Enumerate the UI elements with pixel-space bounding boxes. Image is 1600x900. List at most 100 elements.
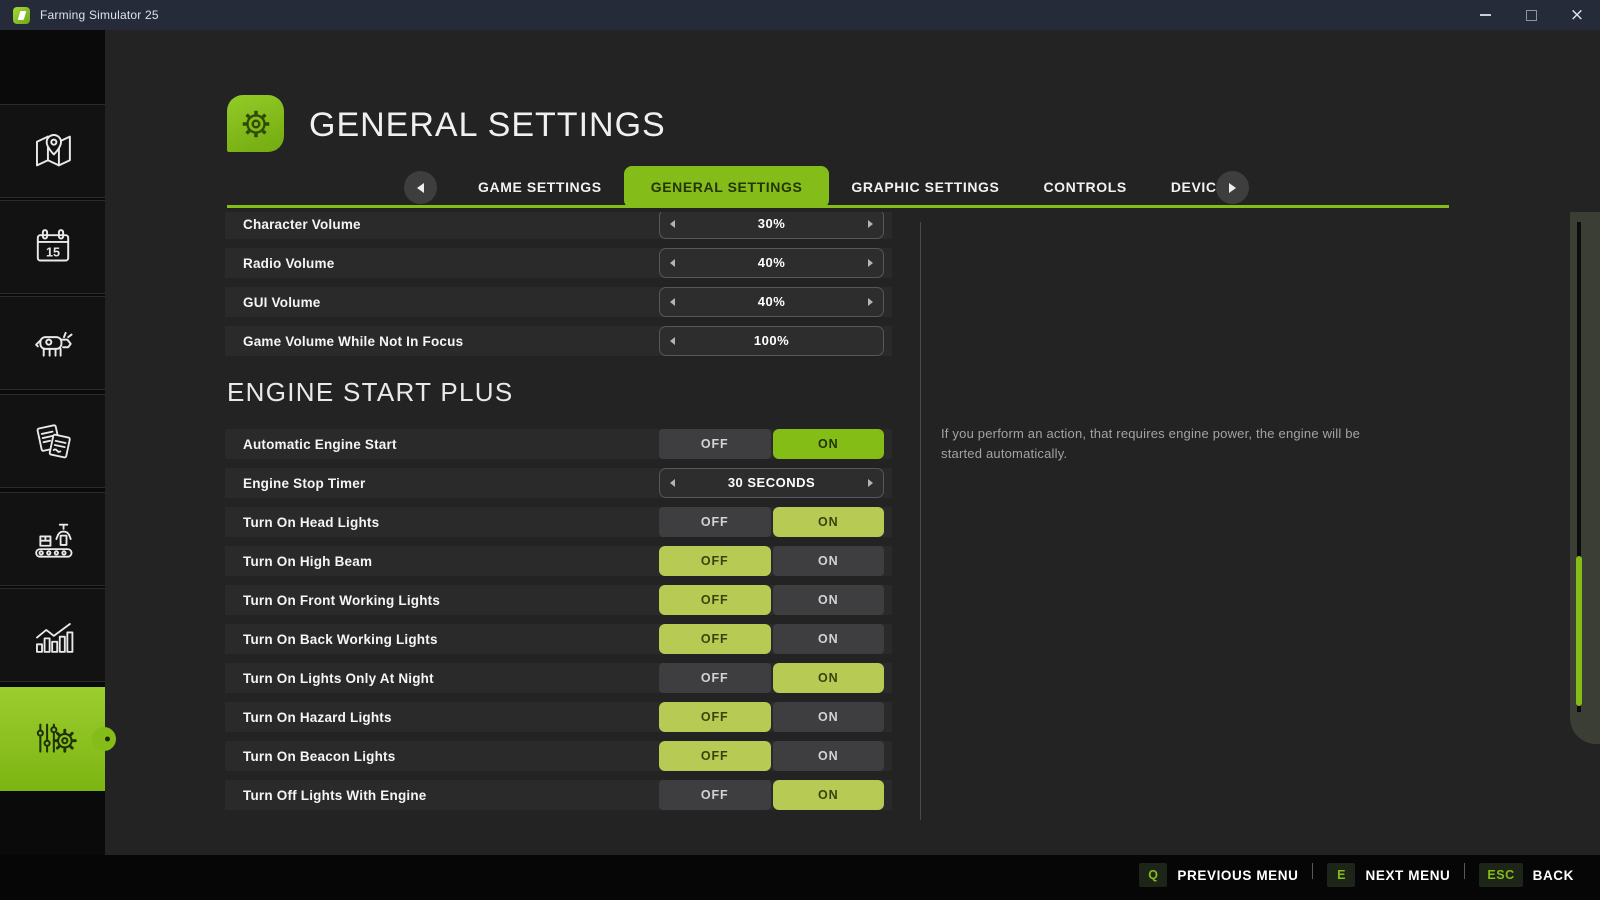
setting-label: GUI Volume [243, 295, 321, 310]
key-badge-esc: ESC [1479, 863, 1522, 887]
toggle-off-button[interactable]: OFF [659, 429, 771, 459]
sidebar-item-map[interactable] [0, 104, 105, 198]
close-button[interactable]: × [1554, 0, 1600, 30]
settings-icon [26, 712, 80, 766]
window-edge-strip [1570, 212, 1600, 744]
minimize-icon [1480, 14, 1491, 16]
toggle-turn-on-head-lights: OFFON [659, 507, 884, 537]
spinner-value: 30% [660, 212, 883, 238]
settings-row-turn-off-lights-with-engine: Turn Off Lights With Engine OFFON [225, 780, 892, 810]
toggle-on-button[interactable]: ON [773, 546, 885, 576]
sidebar-item-animals[interactable] [0, 296, 105, 390]
spinner-value: 30 SECONDS [660, 469, 883, 497]
sidebar-item-statistics[interactable] [0, 588, 105, 682]
title-bar: Farming Simulator 25 × [0, 0, 1600, 30]
setting-label: Turn On Head Lights [243, 515, 379, 530]
section-heading-label: ENGINE START PLUS [227, 377, 514, 408]
gear-icon [237, 105, 275, 143]
spinner-value: 40% [660, 288, 883, 316]
hint-separator [1464, 863, 1465, 879]
key-hint-label: PREVIOUS MENU [1177, 868, 1298, 883]
settings-viewport: Character Volume 30% Radio Volume 40% GUI Vo… [225, 212, 892, 820]
settings-row-engine-stop-timer: Engine Stop Timer 30 SECONDS [225, 468, 892, 498]
tabs-next-button[interactable] [1216, 171, 1249, 204]
setting-label: Radio Volume [243, 256, 334, 271]
toggle-on-button[interactable]: ON [773, 780, 885, 810]
setting-label: Turn On Lights Only At Night [243, 671, 434, 686]
toggle-off-button[interactable]: OFF [659, 702, 771, 732]
tab-bar-tabs: GAME SETTINGSGENERAL SETTINGSGRAPHIC SET… [456, 166, 1259, 208]
statistics-icon [26, 608, 80, 662]
toggle-off-button[interactable]: OFF [659, 663, 771, 693]
setting-label: Engine Stop Timer [243, 476, 365, 491]
spinner-value: 100% [660, 327, 883, 355]
key-hint-back[interactable]: ESCBACK [1479, 863, 1588, 887]
tab-controls[interactable]: CONTROLS [1021, 166, 1148, 208]
toggle-on-button[interactable]: ON [773, 507, 885, 537]
spinner-game-volume-while-not-in-focus[interactable]: 100% [659, 326, 884, 356]
toggle-off-button[interactable]: OFF [659, 624, 771, 654]
toggle-off-button[interactable]: OFF [659, 546, 771, 576]
toggle-on-button[interactable]: ON [773, 663, 885, 693]
toggle-off-button[interactable]: OFF [659, 741, 771, 771]
key-badge-q: Q [1139, 863, 1167, 887]
toggle-on-button[interactable]: ON [773, 741, 885, 771]
settings-row-character-volume: Character Volume 30% [225, 212, 892, 239]
key-badge-e: E [1327, 863, 1355, 887]
settings-row-turn-on-back-working-lights: Turn On Back Working Lights OFFON [225, 624, 892, 654]
setting-label: Turn On Front Working Lights [243, 593, 440, 608]
scrollbar-thumb[interactable] [1576, 556, 1582, 706]
app-title: Farming Simulator 25 [40, 8, 159, 22]
close-icon: × [1570, 7, 1584, 24]
spinner-value: 40% [660, 249, 883, 277]
map-icon [26, 124, 80, 178]
settings-row-turn-on-front-working-lights: Turn On Front Working Lights OFFON [225, 585, 892, 615]
settings-row-game-volume-while-not-in-focus: Game Volume While Not In Focus 100% [225, 326, 892, 356]
sidebar-item-contracts[interactable] [0, 394, 105, 488]
minimize-button[interactable] [1462, 0, 1508, 30]
section-heading: ENGINE START PLUS [225, 370, 892, 415]
panel-divider [920, 222, 921, 820]
tab-graphic-settings[interactable]: GRAPHIC SETTINGS [829, 166, 1021, 208]
key-hint-previous-menu[interactable]: Q PREVIOUS MENU [1139, 863, 1312, 887]
spinner-character-volume[interactable]: 30% [659, 212, 884, 239]
setting-label: Turn On Beacon Lights [243, 749, 395, 764]
toggle-on-button[interactable]: ON [773, 624, 885, 654]
contracts-icon [26, 414, 80, 468]
setting-label: Turn On Hazard Lights [243, 710, 392, 725]
toggle-on-button[interactable]: ON [773, 702, 885, 732]
toggle-off-button[interactable]: OFF [659, 585, 771, 615]
settings-row-radio-volume: Radio Volume 40% [225, 248, 892, 278]
toggle-off-button[interactable]: OFF [659, 507, 771, 537]
spinner-engine-stop-timer[interactable]: 30 SECONDS [659, 468, 884, 498]
footer-bar: Q PREVIOUS MENU ENEXT MENU ESCBACK [0, 855, 1600, 900]
setting-label: Game Volume While Not In Focus [243, 334, 463, 349]
chevron-left-icon [417, 183, 424, 193]
setting-label: Character Volume [243, 217, 361, 232]
sidebar-item-calendar[interactable]: 15 [0, 200, 105, 294]
key-hint-next-menu[interactable]: ENEXT MENU [1327, 863, 1464, 887]
tab-game-settings[interactable]: GAME SETTINGS [456, 166, 624, 208]
page-header-icon [227, 95, 284, 152]
maximize-icon [1526, 10, 1537, 21]
toggle-off-button[interactable]: OFF [659, 780, 771, 810]
toggle-on-button[interactable]: ON [773, 429, 885, 459]
maximize-button[interactable] [1508, 0, 1554, 30]
tabs-prev-button[interactable] [404, 171, 437, 204]
spinner-gui-volume[interactable]: 40% [659, 287, 884, 317]
toggle-automatic-engine-start: OFFON [659, 429, 884, 459]
settings-row-turn-on-lights-only-at-night: Turn On Lights Only At Night OFFON [225, 663, 892, 693]
window-controls: × [1462, 0, 1600, 30]
toggle-turn-on-high-beam: OFFON [659, 546, 884, 576]
sidebar-item-production[interactable] [0, 492, 105, 586]
toggle-on-button[interactable]: ON [773, 585, 885, 615]
help-text: If you perform an action, that requires … [941, 424, 1366, 463]
hint-separator [1312, 863, 1313, 879]
app-logo-icon [13, 7, 30, 24]
setting-label: Turn Off Lights With Engine [243, 788, 427, 803]
chevron-right-icon [1229, 183, 1236, 193]
sidebar-item-settings[interactable] [0, 687, 105, 791]
spinner-radio-volume[interactable]: 40% [659, 248, 884, 278]
setting-label: Turn On Back Working Lights [243, 632, 438, 647]
tab-general-settings[interactable]: GENERAL SETTINGS [624, 166, 830, 208]
